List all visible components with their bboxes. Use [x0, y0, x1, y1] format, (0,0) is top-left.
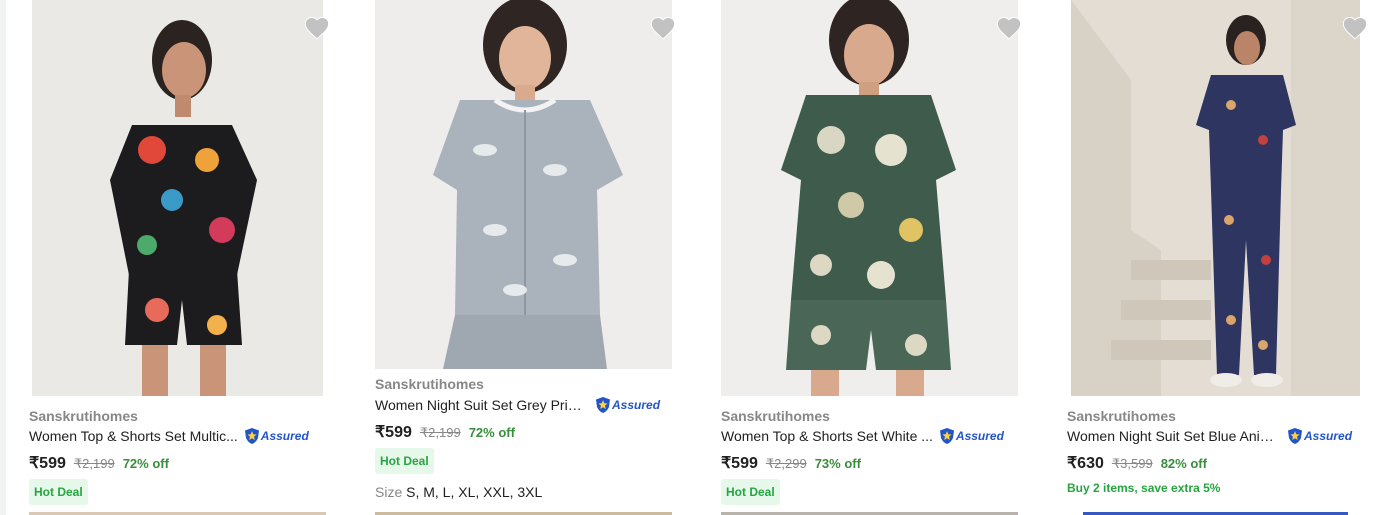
product-brand: Sanskrutihomes — [721, 408, 830, 424]
selling-price: ₹630 — [1067, 455, 1104, 472]
product-card[interactable]: Sanskrutihomes Women Top & Shorts Set Mu… — [22, 0, 352, 515]
discount-percent: 72% off — [122, 456, 169, 471]
assured-shield-icon — [1288, 428, 1302, 444]
product-brand: Sanskrutihomes — [375, 376, 484, 392]
assured-badge: Assured — [939, 427, 1004, 445]
product-brand: Sanskrutihomes — [29, 408, 138, 424]
product-title-row[interactable]: Women Night Suit Set Blue Anim... Assure… — [1067, 427, 1352, 445]
product-image[interactable] — [1071, 0, 1360, 396]
product-card[interactable]: Sanskrutihomes Women Night Suit Set Blue… — [1060, 0, 1379, 515]
price-row: ₹599 ₹2,299 73% off — [721, 453, 861, 473]
product-brand: Sanskrutihomes — [1067, 408, 1176, 424]
product-image[interactable] — [32, 0, 323, 396]
assured-badge: Assured — [244, 427, 309, 445]
hot-deal-badge: Hot Deal — [721, 479, 780, 505]
product-image[interactable] — [721, 0, 1018, 396]
assured-shield-icon — [244, 428, 259, 444]
hot-deal-badge: Hot Deal — [29, 479, 88, 505]
hot-deal-badge: Hot Deal — [375, 448, 434, 474]
original-price: ₹2,199 — [73, 456, 115, 471]
original-price: ₹2,299 — [765, 456, 807, 471]
product-card[interactable]: Sanskrutihomes Women Night Suit Set Grey… — [368, 0, 698, 515]
size-options: Size S, M, L, XL, XXL, 3XL — [375, 484, 542, 500]
size-label: Size — [375, 484, 403, 500]
discount-percent: 73% off — [814, 456, 861, 471]
assured-badge: Assured — [1287, 427, 1352, 445]
product-title[interactable]: Women Night Suit Set Blue Anim... — [1067, 428, 1281, 444]
discount-percent: 82% off — [1160, 456, 1207, 471]
product-title-row[interactable]: Women Top & Shorts Set Multic... Assured — [29, 427, 309, 445]
discount-percent: 72% off — [468, 425, 515, 440]
product-title-row[interactable]: Women Night Suit Set Grey Print... Assur… — [375, 396, 660, 414]
original-price: ₹2,199 — [419, 425, 461, 440]
selling-price: ₹599 — [375, 424, 412, 441]
wishlist-heart-icon[interactable] — [649, 14, 677, 42]
assured-shield-icon — [596, 397, 610, 413]
product-card[interactable]: Sanskrutihomes Women Top & Shorts Set Wh… — [714, 0, 1044, 515]
price-row: ₹599 ₹2,199 72% off — [29, 453, 169, 473]
wishlist-heart-icon[interactable] — [303, 14, 331, 42]
selling-price: ₹599 — [721, 455, 758, 472]
assured-badge: Assured — [595, 396, 660, 414]
selling-price: ₹599 — [29, 455, 66, 472]
product-image[interactable] — [375, 0, 672, 369]
product-title[interactable]: Women Top & Shorts Set White ... — [721, 428, 933, 444]
assured-shield-icon — [939, 428, 954, 444]
product-title-row[interactable]: Women Top & Shorts Set White ... Assured — [721, 427, 1004, 445]
bank-offer-text: Buy 2 items, save extra 5% — [1067, 481, 1221, 495]
size-values: S, M, L, XL, XXL, 3XL — [406, 484, 543, 500]
page-left-edge — [0, 0, 6, 515]
price-row: ₹630 ₹3,599 82% off — [1067, 453, 1207, 473]
wishlist-heart-icon[interactable] — [1341, 14, 1369, 42]
wishlist-heart-icon[interactable] — [995, 14, 1023, 42]
price-row: ₹599 ₹2,199 72% off — [375, 422, 515, 442]
product-title[interactable]: Women Top & Shorts Set Multic... — [29, 428, 238, 444]
original-price: ₹3,599 — [1111, 456, 1153, 471]
product-title[interactable]: Women Night Suit Set Grey Print... — [375, 397, 589, 413]
